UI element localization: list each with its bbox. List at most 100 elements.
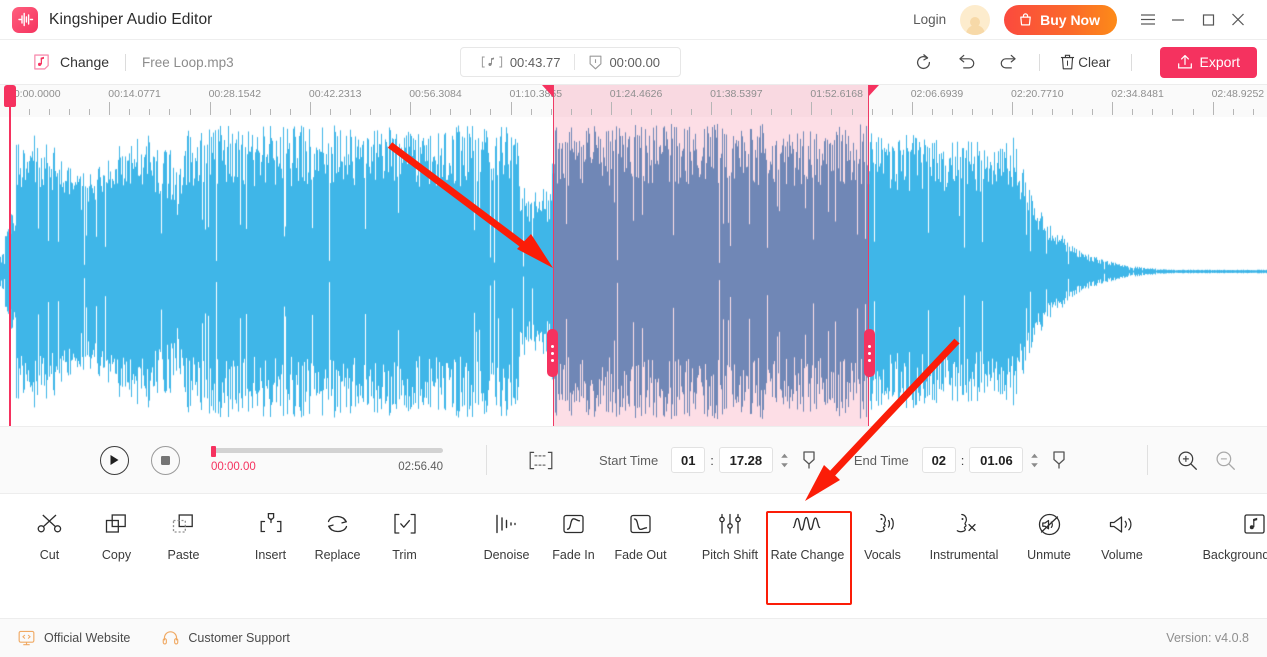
start-time-control: Start Time 01 : 17.28 — [599, 447, 815, 473]
selection-end-ruler-nub — [868, 85, 879, 97]
ruler-tick — [912, 102, 913, 115]
export-button[interactable]: Export — [1159, 46, 1257, 78]
end-time-control: End Time 02 : 01.06 — [854, 447, 1066, 473]
login-link[interactable]: Login — [913, 12, 946, 27]
tool-trim[interactable]: Trim — [371, 494, 438, 562]
close-icon[interactable] — [1223, 6, 1253, 34]
tool-group-edit: Cut Copy Paste — [16, 494, 217, 562]
ruler-tick — [49, 109, 50, 115]
user-avatar-icon[interactable] — [960, 4, 991, 35]
tool-label: Fade Out — [614, 548, 667, 562]
ruler-tick — [250, 109, 251, 115]
tool-label: Trim — [392, 548, 417, 562]
tool-unmute[interactable]: Unmute — [1012, 494, 1086, 562]
zoom-in-icon[interactable] — [1177, 450, 1198, 471]
official-website-link[interactable]: Official Website — [18, 630, 130, 646]
change-file-button[interactable]: Change — [32, 53, 109, 72]
ruler-tick — [751, 109, 752, 115]
tool-replace[interactable]: Replace — [304, 494, 371, 562]
start-seconds-input[interactable]: 17.28 — [718, 447, 773, 473]
zoom-out-icon[interactable] — [1215, 450, 1236, 471]
start-marker-pin-icon[interactable] — [803, 451, 815, 469]
progress-track[interactable] — [211, 445, 443, 457]
end-time-colon: : — [960, 452, 965, 468]
tool-denoise[interactable]: Denoise — [473, 494, 540, 562]
selection-region-icon[interactable] — [529, 451, 553, 470]
tool-cut[interactable]: Cut — [16, 494, 83, 562]
waveform-canvas[interactable] — [0, 117, 1267, 426]
tool-pitch-shift[interactable]: Pitch Shift — [694, 494, 766, 562]
ruler-tick — [1032, 109, 1033, 115]
tool-group-arrange: Insert Replace Trim — [237, 494, 438, 562]
playhead-time-readout: 00:00.00 — [575, 55, 674, 70]
tool-insert[interactable]: Insert — [237, 494, 304, 562]
ruler-time-label: 01:52.6168 — [810, 88, 863, 100]
playback-progress[interactable]: 00:00.00 02:56.40 — [211, 445, 443, 473]
selection-duration-readout: 00:43.77 — [467, 55, 575, 70]
waveform-logo-icon — [12, 6, 38, 33]
waveform-editor[interactable]: 00:00.0000 00:14.0771 00:28.1542 00:42.2313… — [0, 85, 1267, 426]
play-button[interactable] — [100, 445, 129, 475]
refresh-icon[interactable] — [907, 46, 939, 78]
end-time-stepper[interactable] — [1030, 453, 1039, 468]
end-marker-pin-icon[interactable] — [1053, 451, 1066, 469]
start-minutes-input[interactable]: 01 — [671, 447, 706, 473]
tools-bar: Cut Copy Paste Insert Replace Trim Denoi… — [0, 494, 1267, 618]
ruler-tick — [671, 109, 672, 115]
progress-knob[interactable] — [211, 445, 216, 457]
tool-rate-change[interactable]: Rate Change — [766, 494, 849, 562]
export-upload-icon — [1177, 54, 1193, 70]
selection-start-handle[interactable] — [547, 329, 558, 377]
ruler-tick — [169, 109, 170, 115]
monitor-icon — [18, 630, 35, 646]
sliders-icon — [717, 511, 743, 537]
tool-label: Copy — [101, 548, 132, 562]
ruler-tick — [1072, 109, 1073, 115]
start-time-stepper[interactable] — [780, 453, 789, 468]
customer-support-link[interactable]: Customer Support — [162, 630, 290, 646]
selection-start-ruler-nub — [542, 85, 553, 97]
start-time-colon: : — [710, 452, 714, 468]
ruler-tick — [1052, 109, 1053, 115]
playhead-marker[interactable] — [4, 85, 16, 426]
buy-now-button[interactable]: Buy Now — [1004, 4, 1117, 35]
timeline-ruler[interactable]: 00:00.0000 00:14.0771 00:28.1542 00:42.2313… — [0, 85, 1267, 117]
ruler-tick — [29, 109, 30, 115]
minimize-icon[interactable] — [1163, 6, 1193, 34]
tool-fade-out[interactable]: Fade Out — [607, 494, 674, 562]
app-window: Kingshiper Audio Editor Login Buy Now Ch… — [0, 0, 1267, 657]
tool-copy[interactable]: Copy — [83, 494, 150, 562]
playhead-time-value: 00:00.00 — [609, 54, 661, 70]
clear-button[interactable]: Clear — [1054, 54, 1116, 70]
hamburger-menu-icon[interactable] — [1133, 6, 1163, 34]
tool-volume[interactable]: Volume — [1086, 494, 1158, 562]
tool-instrumental[interactable]: Instrumental — [916, 494, 1012, 562]
headset-icon — [162, 630, 179, 646]
ruler-tick — [651, 109, 652, 115]
ruler-tick — [972, 109, 973, 115]
undo-icon[interactable] — [950, 46, 982, 78]
selection-brackets-music-icon — [481, 55, 503, 69]
tool-label: Paste — [167, 548, 200, 562]
instrumental-face-icon — [950, 511, 978, 537]
export-label: Export — [1199, 54, 1240, 70]
maximize-icon[interactable] — [1193, 6, 1223, 34]
selection-end-handle[interactable] — [864, 329, 875, 377]
end-minutes-input[interactable]: 02 — [921, 447, 956, 473]
main-toolbar: Change Free Loop.mp3 00:43.77 00:00.00 C… — [0, 40, 1267, 85]
playbar-divider-2 — [1147, 445, 1148, 475]
tool-paste[interactable]: Paste — [150, 494, 217, 562]
redo-icon[interactable] — [993, 46, 1025, 78]
tool-fade-in[interactable]: Fade In — [540, 494, 607, 562]
tool-vocals[interactable]: Vocals — [849, 494, 916, 562]
version-label: Version: v4.0.8 — [1166, 631, 1249, 645]
playhead-flag-icon — [4, 85, 16, 107]
shopping-bag-icon — [1018, 12, 1033, 27]
ruler-tick — [1172, 109, 1173, 115]
stop-button[interactable] — [151, 445, 180, 475]
tool-background-music[interactable]: Background Music — [1186, 494, 1267, 562]
end-seconds-input[interactable]: 01.06 — [969, 447, 1024, 473]
ruler-tick — [791, 109, 792, 115]
ruler-tick — [89, 109, 90, 115]
ruler-time-label: 00:28.1542 — [208, 88, 262, 100]
